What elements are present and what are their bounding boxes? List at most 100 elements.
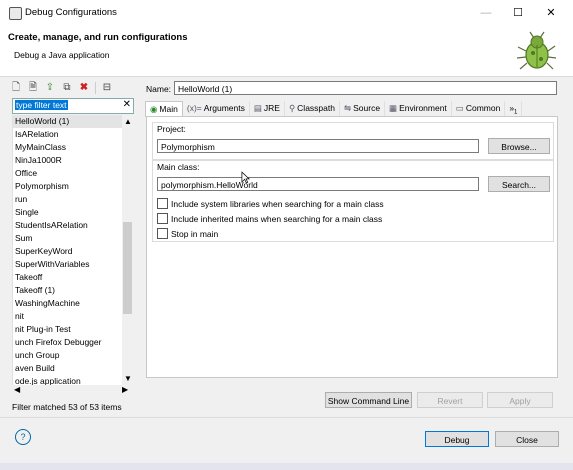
tab-main[interactable]: ◉ Main: [145, 101, 183, 117]
filter-status: Filter matched 53 of 53 items: [12, 402, 122, 412]
header-title: Create, manage, and run configurations: [8, 32, 188, 43]
stop-in-main-checkbox[interactable]: [157, 228, 168, 239]
tab-label: Environment: [399, 103, 447, 113]
tab-overflow[interactable]: »1: [505, 101, 523, 116]
tab-label: Classpath: [297, 103, 335, 113]
list-item[interactable]: IsARelation: [13, 128, 123, 141]
include-inherited-mains-option[interactable]: Include inherited mains when searching f…: [157, 213, 382, 224]
filter-input[interactable]: type filter text ✕: [12, 98, 134, 114]
title-bar: Debug Configurations — ☐ ✕: [0, 0, 573, 26]
tab-common[interactable]: ▭ Common: [452, 101, 506, 116]
tab-classpath[interactable]: ⚲ Classpath: [285, 101, 340, 116]
stop-in-main-label: Stop in main: [171, 228, 219, 239]
list-item[interactable]: run: [13, 193, 123, 206]
list-item[interactable]: unch Firefox Debugger: [13, 336, 123, 349]
list-item[interactable]: NinJa1000R: [13, 154, 123, 167]
project-field[interactable]: Polymorphism: [157, 139, 479, 153]
delete-icon[interactable]: ✖: [78, 82, 90, 94]
include-system-libs-option[interactable]: Include system libraries when searching …: [157, 198, 384, 209]
main-class-group: Main class: polymorphism.HelloWorld Sear…: [152, 160, 554, 242]
project-label: Project:: [157, 124, 186, 134]
main-class-field[interactable]: polymorphism.HelloWorld: [157, 177, 479, 191]
new-prototype-icon[interactable]: 🗎: [27, 82, 39, 94]
new-config-icon[interactable]: 🗋: [10, 82, 22, 94]
list-item[interactable]: Sum: [13, 232, 123, 245]
mouse-cursor-icon: [241, 171, 250, 184]
separator: [95, 82, 96, 94]
scroll-up-icon[interactable]: ▲: [124, 117, 132, 126]
stop-in-main-option[interactable]: Stop in main: [157, 228, 218, 239]
list-item[interactable]: HelloWorld (1): [13, 115, 123, 128]
main-tab-content: Project: Polymorphism Browse... Main cla…: [146, 116, 558, 378]
list-item[interactable]: SuperWithVariables: [13, 258, 123, 271]
list-item[interactable]: aven Build: [13, 362, 123, 375]
list-scroll-thumb[interactable]: [123, 222, 132, 314]
tab-label: Source: [353, 103, 381, 113]
list-item[interactable]: Takeoff: [13, 271, 123, 284]
tab-overflow-count: 1: [514, 109, 518, 116]
search-button[interactable]: Search...: [488, 176, 550, 192]
source-icon: ⇋: [343, 103, 352, 113]
environment-icon: ▦: [389, 103, 398, 113]
help-icon[interactable]: ?: [15, 429, 31, 445]
debug-button[interactable]: Debug: [425, 431, 489, 447]
list-item[interactable]: StudentIsARelation: [13, 219, 123, 232]
header-subtitle: Debug a Java application: [14, 50, 110, 60]
list-item[interactable]: MyMainClass: [13, 141, 123, 154]
list-item[interactable]: nit: [13, 310, 123, 323]
project-group: Project: Polymorphism Browse...: [152, 122, 554, 160]
bug-icon: [516, 31, 557, 70]
configuration-list[interactable]: HelloWorld (1) IsARelation MyMainClass NinJ…: [12, 115, 123, 390]
close-window-button[interactable]: ✕: [540, 4, 562, 22]
maximize-button[interactable]: ☐: [507, 4, 529, 22]
name-label: Name:: [146, 84, 172, 94]
list-item[interactable]: Polymorphism: [13, 180, 123, 193]
close-button[interactable]: Close: [495, 431, 559, 447]
tab-environment[interactable]: ▦ Environment: [385, 101, 452, 116]
include-system-libs-checkbox[interactable]: [157, 198, 168, 209]
tab-label: Arguments: [203, 103, 245, 113]
include-system-libs-label: Include system libraries when searching …: [171, 198, 384, 209]
clear-filter-icon[interactable]: ✕: [123, 99, 131, 110]
list-item[interactable]: Takeoff (1): [13, 284, 123, 297]
arguments-icon: (x)=: [186, 103, 202, 113]
export-icon[interactable]: ⇪: [44, 82, 56, 94]
config-tabs: ◉ Main (x)= Arguments ▤ JRE ⚲ Classpath ⇋ Source ▦…: [145, 101, 557, 117]
list-horizontal-scrollbar[interactable]: ◀ ▶: [12, 385, 133, 396]
list-item[interactable]: WashingMachine: [13, 297, 123, 310]
duplicate-icon[interactable]: ⧉: [61, 82, 73, 94]
main-class-label: Main class:: [157, 162, 200, 172]
include-inherited-mains-label: Include inherited mains when searching f…: [171, 213, 383, 224]
tab-source[interactable]: ⇋ Source: [340, 101, 386, 116]
app-icon: [9, 7, 22, 20]
config-toolbar: 🗋 🗎 ⇪ ⧉ ✖ ⊟: [10, 82, 113, 96]
list-item[interactable]: nit Plug-in Test: [13, 323, 123, 336]
minimize-button[interactable]: —: [475, 4, 497, 22]
name-field[interactable]: HelloWorld (1): [174, 81, 557, 95]
scroll-down-icon[interactable]: ▼: [124, 374, 132, 383]
list-item[interactable]: Office: [13, 167, 123, 180]
revert-button[interactable]: Revert: [417, 392, 483, 408]
collapse-all-icon[interactable]: ⊟: [101, 82, 113, 94]
apply-button[interactable]: Apply: [487, 392, 553, 408]
tab-arguments[interactable]: (x)= Arguments: [183, 101, 250, 116]
tab-jre[interactable]: ▤ JRE: [250, 101, 285, 116]
dialog-header: Create, manage, and run configurations D…: [0, 26, 573, 77]
list-item[interactable]: unch Group: [13, 349, 123, 362]
jre-icon: ▤: [253, 103, 262, 113]
include-inherited-mains-checkbox[interactable]: [157, 213, 168, 224]
show-command-line-button[interactable]: Show Command Line: [325, 392, 412, 408]
filter-text: type filter text: [15, 100, 68, 110]
browse-button[interactable]: Browse...: [488, 138, 550, 154]
footer-strip: [0, 463, 573, 470]
tab-label: Main: [159, 104, 178, 114]
list-item[interactable]: Single: [13, 206, 123, 219]
common-icon: ▭: [455, 103, 464, 113]
list-item[interactable]: SuperKeyWord: [13, 245, 123, 258]
window-title: Debug Configurations: [25, 7, 117, 18]
tab-label: JRE: [263, 103, 280, 113]
main-tab-icon: ◉: [150, 104, 158, 114]
tab-label: Common: [465, 103, 501, 113]
scroll-right-icon[interactable]: ▶: [122, 385, 128, 394]
scroll-left-icon[interactable]: ◀: [14, 385, 20, 394]
